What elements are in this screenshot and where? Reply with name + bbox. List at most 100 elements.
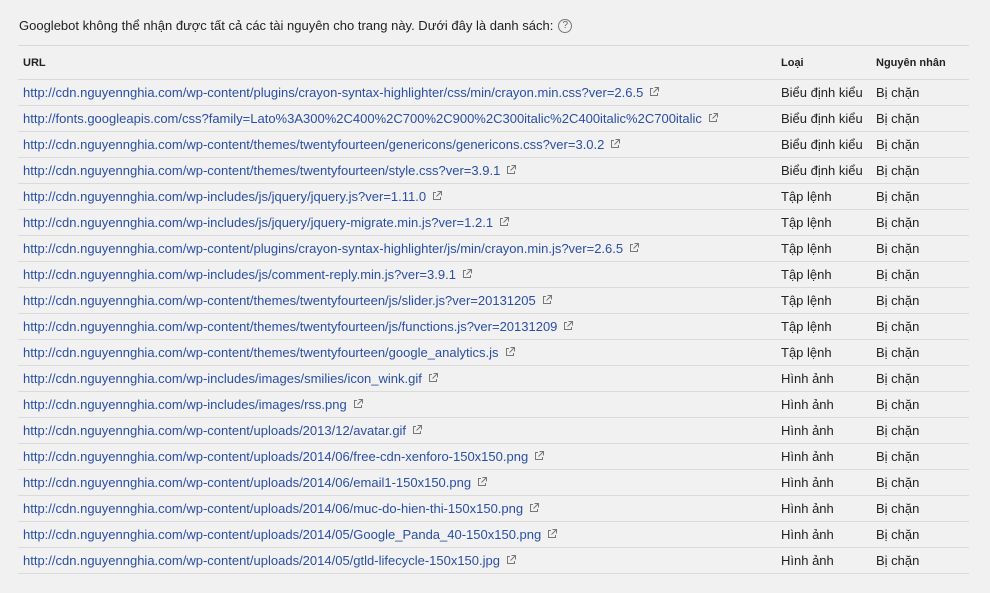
url-cell: http://cdn.nguyennghia.com/wp-content/up… bbox=[18, 521, 776, 548]
external-link-icon[interactable] bbox=[427, 372, 439, 384]
type-cell: Hình ảnh bbox=[776, 495, 871, 522]
table-row: http://cdn.nguyennghia.com/wp-includes/i… bbox=[18, 391, 969, 418]
table-row: http://cdn.nguyennghia.com/wp-content/th… bbox=[18, 157, 969, 184]
table-row: http://cdn.nguyennghia.com/wp-content/pl… bbox=[18, 79, 969, 106]
reason-cell: Bị chặn bbox=[871, 417, 969, 444]
reason-cell: Bị chặn bbox=[871, 235, 969, 262]
table-row: http://cdn.nguyennghia.com/wp-content/up… bbox=[18, 417, 969, 444]
type-cell: Tập lệnh bbox=[776, 313, 871, 340]
type-cell: Tập lệnh bbox=[776, 235, 871, 262]
table-row: http://cdn.nguyennghia.com/wp-content/pl… bbox=[18, 235, 969, 262]
resource-url-link[interactable]: http://fonts.googleapis.com/css?family=L… bbox=[23, 111, 702, 126]
type-cell: Tập lệnh bbox=[776, 183, 871, 210]
reason-cell: Bị chặn bbox=[871, 131, 969, 158]
resource-url-link[interactable]: http://cdn.nguyennghia.com/wp-includes/i… bbox=[23, 371, 422, 386]
resource-url-link[interactable]: http://cdn.nguyennghia.com/wp-content/up… bbox=[23, 501, 523, 516]
external-link-icon[interactable] bbox=[546, 528, 558, 540]
url-cell: http://cdn.nguyennghia.com/wp-content/up… bbox=[18, 469, 776, 496]
resource-url-link[interactable]: http://cdn.nguyennghia.com/wp-content/pl… bbox=[23, 241, 623, 256]
table-row: http://cdn.nguyennghia.com/wp-content/th… bbox=[18, 131, 969, 158]
reason-cell: Bị chặn bbox=[871, 339, 969, 366]
resource-url-link[interactable]: http://cdn.nguyennghia.com/wp-content/up… bbox=[23, 553, 500, 568]
resource-url-link[interactable]: http://cdn.nguyennghia.com/wp-includes/j… bbox=[23, 267, 456, 282]
table-row: http://cdn.nguyennghia.com/wp-content/up… bbox=[18, 547, 969, 574]
url-cell: http://cdn.nguyennghia.com/wp-content/up… bbox=[18, 417, 776, 444]
url-cell: http://cdn.nguyennghia.com/wp-content/th… bbox=[18, 287, 776, 314]
table-row: http://cdn.nguyennghia.com/wp-includes/j… bbox=[18, 261, 969, 288]
external-link-icon[interactable] bbox=[562, 320, 574, 332]
table-row: http://cdn.nguyennghia.com/wp-content/th… bbox=[18, 287, 969, 314]
url-cell: http://cdn.nguyennghia.com/wp-content/up… bbox=[18, 547, 776, 574]
external-link-icon[interactable] bbox=[707, 112, 719, 124]
table-row: http://fonts.googleapis.com/css?family=L… bbox=[18, 105, 969, 132]
type-cell: Hình ảnh bbox=[776, 521, 871, 548]
external-link-icon[interactable] bbox=[505, 554, 517, 566]
table-row: http://cdn.nguyennghia.com/wp-content/up… bbox=[18, 469, 969, 496]
url-cell: http://cdn.nguyennghia.com/wp-content/up… bbox=[18, 495, 776, 522]
type-cell: Biểu định kiểu bbox=[776, 131, 871, 158]
resource-url-link[interactable]: http://cdn.nguyennghia.com/wp-includes/i… bbox=[23, 397, 347, 412]
resource-url-link[interactable]: http://cdn.nguyennghia.com/wp-content/up… bbox=[23, 423, 406, 438]
external-link-icon[interactable] bbox=[498, 216, 510, 228]
blocked-resources-intro: Googlebot không thể nhận được tất cả các… bbox=[19, 18, 573, 33]
external-link-icon[interactable] bbox=[528, 502, 540, 514]
url-cell: http://cdn.nguyennghia.com/wp-content/pl… bbox=[18, 235, 776, 262]
type-cell: Hình ảnh bbox=[776, 469, 871, 496]
reason-cell: Bị chặn bbox=[871, 547, 969, 574]
external-link-icon[interactable] bbox=[609, 138, 621, 150]
resource-url-link[interactable]: http://cdn.nguyennghia.com/wp-content/up… bbox=[23, 449, 528, 464]
external-link-icon[interactable] bbox=[541, 294, 553, 306]
external-link-icon[interactable] bbox=[533, 450, 545, 462]
type-cell: Tập lệnh bbox=[776, 261, 871, 288]
resource-url-link[interactable]: http://cdn.nguyennghia.com/wp-content/pl… bbox=[23, 85, 643, 100]
resource-url-link[interactable]: http://cdn.nguyennghia.com/wp-content/th… bbox=[23, 137, 604, 152]
external-link-icon[interactable] bbox=[461, 268, 473, 280]
external-link-icon[interactable] bbox=[504, 346, 516, 358]
url-cell: http://cdn.nguyennghia.com/wp-includes/j… bbox=[18, 209, 776, 236]
reason-cell: Bị chặn bbox=[871, 521, 969, 548]
resource-url-link[interactable]: http://cdn.nguyennghia.com/wp-content/th… bbox=[23, 345, 499, 360]
type-cell: Hình ảnh bbox=[776, 417, 871, 444]
table-row: http://cdn.nguyennghia.com/wp-includes/i… bbox=[18, 365, 969, 392]
type-cell: Biểu định kiểu bbox=[776, 157, 871, 184]
help-circle-icon[interactable]: ? bbox=[558, 18, 573, 33]
type-cell: Hình ảnh bbox=[776, 443, 871, 470]
table-row: http://cdn.nguyennghia.com/wp-includes/j… bbox=[18, 183, 969, 210]
reason-cell: Bị chặn bbox=[871, 469, 969, 496]
url-cell: http://cdn.nguyennghia.com/wp-content/th… bbox=[18, 131, 776, 158]
type-cell: Hình ảnh bbox=[776, 391, 871, 418]
column-header-url: URL bbox=[18, 45, 776, 80]
resource-url-link[interactable]: http://cdn.nguyennghia.com/wp-includes/j… bbox=[23, 215, 493, 230]
reason-cell: Bị chặn bbox=[871, 365, 969, 392]
external-link-icon[interactable] bbox=[505, 164, 517, 176]
external-link-icon[interactable] bbox=[476, 476, 488, 488]
reason-cell: Bị chặn bbox=[871, 287, 969, 314]
reason-cell: Bị chặn bbox=[871, 157, 969, 184]
resource-url-link[interactable]: http://cdn.nguyennghia.com/wp-content/th… bbox=[23, 293, 536, 308]
reason-cell: Bị chặn bbox=[871, 391, 969, 418]
type-cell: Tập lệnh bbox=[776, 209, 871, 236]
external-link-icon[interactable] bbox=[648, 86, 660, 98]
table-row: http://cdn.nguyennghia.com/wp-includes/j… bbox=[18, 209, 969, 236]
url-cell: http://cdn.nguyennghia.com/wp-content/pl… bbox=[18, 79, 776, 106]
reason-cell: Bị chặn bbox=[871, 79, 969, 106]
resource-url-link[interactable]: http://cdn.nguyennghia.com/wp-content/up… bbox=[23, 475, 471, 490]
external-link-icon[interactable] bbox=[628, 242, 640, 254]
resource-url-link[interactable]: http://cdn.nguyennghia.com/wp-content/th… bbox=[23, 319, 557, 334]
type-cell: Tập lệnh bbox=[776, 287, 871, 314]
table-row: http://cdn.nguyennghia.com/wp-content/up… bbox=[18, 521, 969, 548]
url-cell: http://cdn.nguyennghia.com/wp-content/th… bbox=[18, 339, 776, 366]
table-header-row: URL Loại Nguyên nhân bbox=[18, 45, 969, 80]
resource-url-link[interactable]: http://cdn.nguyennghia.com/wp-content/up… bbox=[23, 527, 541, 542]
external-link-icon[interactable] bbox=[431, 190, 443, 202]
reason-cell: Bị chặn bbox=[871, 183, 969, 210]
table-row: http://cdn.nguyennghia.com/wp-content/up… bbox=[18, 495, 969, 522]
table-row: http://cdn.nguyennghia.com/wp-content/th… bbox=[18, 313, 969, 340]
resource-url-link[interactable]: http://cdn.nguyennghia.com/wp-includes/j… bbox=[23, 189, 426, 204]
resource-url-link[interactable]: http://cdn.nguyennghia.com/wp-content/th… bbox=[23, 163, 500, 178]
type-cell: Biểu định kiểu bbox=[776, 105, 871, 132]
table-row: http://cdn.nguyennghia.com/wp-content/up… bbox=[18, 443, 969, 470]
external-link-icon[interactable] bbox=[352, 398, 364, 410]
external-link-icon[interactable] bbox=[411, 424, 423, 436]
reason-cell: Bị chặn bbox=[871, 105, 969, 132]
